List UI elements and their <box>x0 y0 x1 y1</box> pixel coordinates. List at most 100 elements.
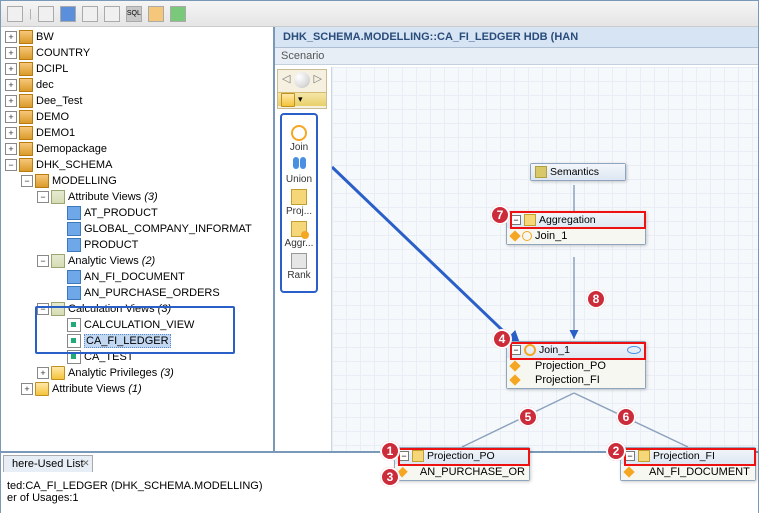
expand-icon[interactable]: − <box>37 191 49 203</box>
tb-sql-icon[interactable]: SQL <box>126 6 142 22</box>
pkg-icon <box>19 94 33 108</box>
proj-po-source[interactable]: AN_PURCHASE_OR <box>399 465 525 479</box>
palette-rank[interactable]: Rank <box>284 253 314 281</box>
pkg-icon <box>19 158 33 172</box>
spacer <box>53 319 65 331</box>
tree-item[interactable]: −MODELLING <box>5 173 271 189</box>
palette-aggregation[interactable]: Aggr... <box>284 221 314 249</box>
editor-pane: DHK_SCHEMA.MODELLING::CA_FI_LEDGER HDB (… <box>275 27 758 451</box>
analytic-view-icon <box>636 467 646 477</box>
tree-item[interactable]: AN_PURCHASE_ORDERS <box>5 285 271 301</box>
tree-item[interactable]: PRODUCT <box>5 237 271 253</box>
tree-item[interactable]: CALCULATION_VIEW <box>5 317 271 333</box>
tree-item-label: AN_PURCHASE_ORDERS <box>84 287 220 299</box>
cv-icon <box>67 334 81 348</box>
navigator-pane: +BW+COUNTRY+DCIPL+dec+Dee_Test+DEMO+DEMO… <box>1 27 275 451</box>
close-icon[interactable]: ✕ <box>82 458 90 469</box>
semantics-icon <box>535 166 547 178</box>
tree-item[interactable]: +BW <box>5 29 271 45</box>
union-icon <box>291 157 307 173</box>
cv-icon <box>67 350 81 364</box>
tree-item-label: CA_FI_LEDGER <box>84 334 171 348</box>
tree-item[interactable]: CA_TEST <box>5 349 271 365</box>
tree-item[interactable]: AT_PRODUCT <box>5 205 271 221</box>
tree-item[interactable]: + dec <box>5 77 271 93</box>
tree-item-label: DEMO1 <box>36 127 75 139</box>
tree-item-label: AN_FI_DOCUMENT <box>84 271 185 283</box>
tb-copy-icon[interactable] <box>148 6 164 22</box>
tb-tag-icon[interactable] <box>170 6 186 22</box>
tree-item[interactable]: AN_FI_DOCUMENT <box>5 269 271 285</box>
tree-item[interactable]: −Calculation Views (3) <box>5 301 271 317</box>
spacer <box>53 271 65 283</box>
tree-item[interactable]: − DHK_SCHEMA <box>5 157 271 173</box>
expand-icon[interactable]: + <box>5 31 17 43</box>
package-tree[interactable]: +BW+COUNTRY+DCIPL+dec+Dee_Test+DEMO+DEMO… <box>1 27 273 451</box>
join-icon <box>291 125 307 141</box>
palette-join[interactable]: Join <box>284 125 314 153</box>
tree-item[interactable]: +Attribute Views (1) <box>5 381 271 397</box>
tb-down-icon[interactable] <box>104 6 120 22</box>
tree-item-label: CA_TEST <box>84 351 134 363</box>
palette-fwd-icon[interactable]: ▷ <box>314 72 322 88</box>
tree-item[interactable]: +Dee_Test <box>5 93 271 109</box>
highlight-proj-po <box>398 448 530 466</box>
tree-item[interactable]: +COUNTRY <box>5 45 271 61</box>
tree-item-label: Attribute Views (3) <box>68 191 158 203</box>
palette-header: ◁▷ ▾ <box>277 69 327 109</box>
expand-icon[interactable]: − <box>37 255 49 267</box>
tree-item[interactable]: GLOBAL_COMPANY_INFORMAT <box>5 221 271 237</box>
where-used-tab[interactable]: here-Used List ✕ <box>3 455 93 472</box>
aggregation-child[interactable]: Join_1 <box>511 229 641 243</box>
spacer <box>53 207 65 219</box>
node-palette: Join Union Proj... Aggr... Rank <box>280 113 318 293</box>
tree-item[interactable]: +Demopackage <box>5 141 271 157</box>
tb-new-icon[interactable] <box>7 6 23 22</box>
tree-item[interactable]: + DEMO <box>5 109 271 125</box>
pkg-icon <box>19 78 33 92</box>
tb-nav-icon[interactable] <box>38 6 54 22</box>
tree-item-label: AT_PRODUCT <box>84 207 158 219</box>
spacer <box>53 223 65 235</box>
palette-union[interactable]: Union <box>284 157 314 185</box>
expand-icon[interactable]: − <box>21 175 33 187</box>
tree-item[interactable]: −Analytic Views (2) <box>5 253 271 269</box>
projection-small-icon <box>522 375 532 385</box>
palette-back-icon[interactable]: ◁ <box>282 72 290 88</box>
palette-dot-icon[interactable] <box>294 72 310 88</box>
join-child-po[interactable]: Projection_PO <box>511 359 641 373</box>
tree-item[interactable]: +DCIPL <box>5 61 271 77</box>
expand-icon[interactable]: + <box>5 95 17 107</box>
expand-icon[interactable]: + <box>5 79 17 91</box>
tree-item-label: DHK_SCHEMA <box>36 159 112 171</box>
expand-icon[interactable]: + <box>5 127 17 139</box>
tb-db-icon[interactable] <box>60 6 76 22</box>
pkg-icon <box>19 46 33 60</box>
tree-item-label: DEMO <box>36 111 69 123</box>
tree-item-label: GLOBAL_COMPANY_INFORMAT <box>84 223 252 235</box>
tree-item[interactable]: CA_FI_LEDGER <box>5 333 271 349</box>
tree-item[interactable]: − Attribute Views (3) <box>5 189 271 205</box>
proj-fi-source[interactable]: AN_FI_DOCUMENT <box>625 465 751 479</box>
expand-icon[interactable]: + <box>5 143 17 155</box>
tree-item-label: dec <box>36 79 54 91</box>
expand-icon[interactable]: − <box>37 303 49 315</box>
pkg-icon <box>19 110 33 124</box>
palette-projection[interactable]: Proj... <box>284 189 314 217</box>
expand-icon[interactable]: + <box>5 63 17 75</box>
node-semantics[interactable]: Semantics <box>530 163 626 181</box>
tree-item[interactable]: + DEMO1 <box>5 125 271 141</box>
expand-icon[interactable]: + <box>37 367 49 379</box>
expand-icon[interactable]: + <box>5 47 17 59</box>
join-child-fi[interactable]: Projection_FI <box>511 373 641 387</box>
spacer <box>53 351 65 363</box>
tree-item-label: PRODUCT <box>84 239 138 251</box>
expand-icon[interactable]: − <box>5 159 17 171</box>
scenario-canvas[interactable]: Semantics −Aggregation Join_1 −Join_1 Pr… <box>331 67 758 451</box>
expand-icon[interactable]: + <box>5 111 17 123</box>
badge-7: 7 <box>490 205 510 225</box>
expand-icon[interactable]: + <box>21 383 33 395</box>
spacer <box>53 335 65 347</box>
tb-tune-icon[interactable] <box>82 6 98 22</box>
tree-item[interactable]: +Analytic Privileges (3) <box>5 365 271 381</box>
